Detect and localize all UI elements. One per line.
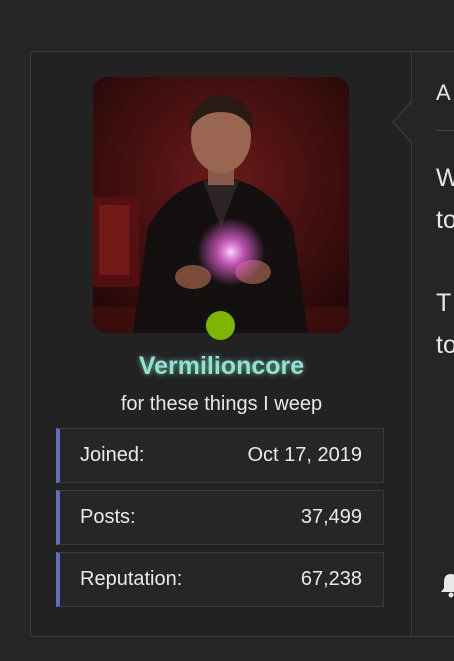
username-link[interactable]: Vermilioncore xyxy=(31,352,412,381)
stat-reputation[interactable]: Reputation: 67,238 xyxy=(56,552,384,607)
stat-value: 67,238 xyxy=(300,568,362,590)
post-arrow-inner xyxy=(394,102,412,142)
user-avatar[interactable] xyxy=(93,77,349,333)
post-header: A xyxy=(436,80,451,105)
header-divider xyxy=(436,130,454,131)
stat-value: Oct 17, 2019 xyxy=(247,444,362,466)
stat-label: Joined: xyxy=(80,444,145,466)
stat-value: 37,499 xyxy=(300,506,362,528)
post-body-line: to xyxy=(436,331,454,359)
user-title: for these things I weep xyxy=(120,393,323,415)
stat-posts[interactable]: Posts: 37,499 xyxy=(56,490,384,545)
stat-joined: Joined: Oct 17, 2019 xyxy=(56,428,384,483)
forum-post: Vermilioncore for these things I weep Jo… xyxy=(30,51,454,637)
stat-label: Reputation: xyxy=(80,568,183,590)
post-content-panel: A W to T to xyxy=(412,52,454,636)
post-body-line: W xyxy=(436,164,454,192)
user-info-panel: Vermilioncore for these things I weep Jo… xyxy=(31,52,412,636)
online-status-indicator xyxy=(206,311,235,340)
avatar-image xyxy=(93,77,349,333)
stat-label: Posts: xyxy=(80,506,136,528)
post-body-line: T xyxy=(436,289,452,317)
post-body-line: to xyxy=(436,206,454,234)
bell-icon[interactable] xyxy=(439,572,454,598)
